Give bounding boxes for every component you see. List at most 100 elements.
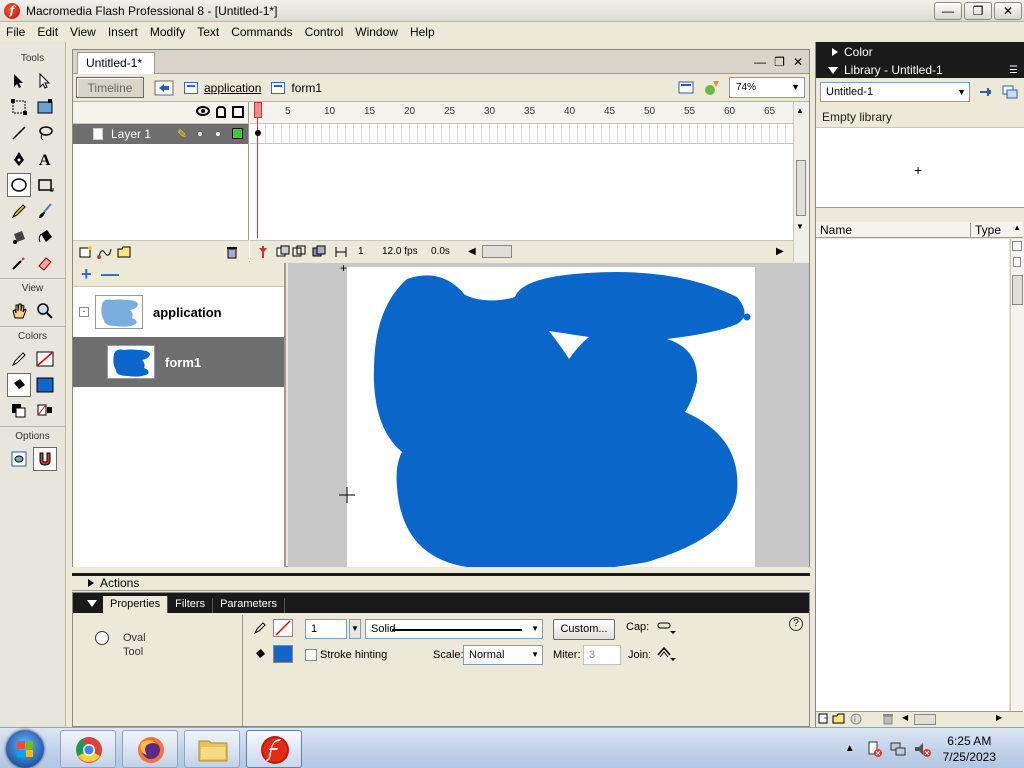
stage[interactable] [347,267,755,567]
cap-select-icon[interactable] [656,621,678,635]
insert-layer-folder-icon[interactable] [117,245,131,259]
scroll-left-icon[interactable]: ◀ [902,713,908,722]
taskbar-chrome[interactable] [60,730,116,768]
pin-library-icon[interactable] [978,85,994,99]
document-tab[interactable]: Untitled-1* [77,52,156,74]
snap-to-objects-icon[interactable] [33,447,57,471]
tab-properties[interactable]: Properties [103,596,169,613]
scale-select[interactable]: Normal ▼ [463,645,543,665]
help-icon[interactable]: ? [789,617,803,631]
layer-frames[interactable] [250,124,793,144]
zoom-select[interactable]: 74% ▼ [729,77,805,98]
clock[interactable]: 6:25 AM 7/25/2023 [943,733,996,765]
action-center-icon[interactable] [865,740,883,758]
edit-scene-icon[interactable] [677,79,697,97]
stroke-height-input[interactable]: 1 [305,619,347,639]
stroke-hinting-checkbox[interactable] [305,649,317,661]
no-color-swap-icon[interactable] [33,399,57,423]
miter-input[interactable]: 3 [583,645,621,665]
eyedropper-tool-icon[interactable] [7,251,31,275]
minimize-button[interactable]: — [934,2,962,20]
show-hide-layers-icon[interactable] [196,106,210,116]
menu-file[interactable]: File [0,25,31,39]
keyframe-dot[interactable] [255,130,261,136]
oval-tool-icon[interactable] [7,173,31,197]
zoom-tool-icon[interactable] [33,299,57,323]
hand-tool-icon[interactable] [7,299,31,323]
delete-screen-icon[interactable]: — [101,265,119,283]
library-panel-header[interactable]: Library - Untitled-1 ☰ [816,60,1024,78]
drawn-blue-shape[interactable] [347,267,755,567]
stroke-style-select[interactable]: Solid ▼ [365,619,543,639]
network-icon[interactable] [889,740,907,758]
menu-text[interactable]: Text [191,25,225,39]
pencil-tool-icon[interactable] [7,199,31,223]
restore-button[interactable]: ❐ [964,2,992,20]
column-name[interactable]: Name [820,223,852,237]
onion-skin-icon[interactable] [276,245,290,259]
menu-help[interactable]: Help [404,25,441,39]
fill-color-swatch[interactable] [273,645,293,663]
insert-screen-icon[interactable]: + [81,265,92,283]
stage-area[interactable]: + [288,263,809,567]
scroll-left-icon[interactable]: ◀ [468,246,476,257]
taskbar-firefox[interactable] [122,730,178,768]
volume-muted-icon[interactable] [913,740,931,758]
new-library-panel-icon[interactable] [1002,85,1018,99]
playhead[interactable] [254,102,262,238]
outline-layers-icon[interactable] [232,106,244,118]
doc-restore-icon[interactable]: ❐ [774,55,785,69]
frame-ruler[interactable]: 1 5 10 15 20 25 30 35 40 45 50 55 60 65 [250,102,793,124]
line-tool-icon[interactable] [7,121,31,145]
library-vscroll[interactable] [1010,239,1024,711]
new-folder-icon[interactable] [832,713,846,725]
pen-tool-icon[interactable] [7,147,31,171]
timeline-toggle-button[interactable]: Timeline [76,77,144,98]
properties-info-icon[interactable]: i [850,713,862,725]
sort-order-icon[interactable]: ▲ [1013,223,1021,232]
fill-transform-tool-icon[interactable] [33,95,57,119]
object-drawing-icon[interactable] [7,447,31,471]
timeline-vscroll-thumb[interactable] [796,160,806,216]
tab-parameters[interactable]: Parameters [213,598,285,613]
screen-item-form1[interactable]: form1 [73,337,284,387]
subselection-tool-icon[interactable] [33,69,57,93]
rectangle-tool-icon[interactable] [33,173,57,197]
scroll-right-icon[interactable]: ▶ [776,246,784,257]
stroke-height-dropdown[interactable]: ▼ [349,619,361,639]
collapse-icon[interactable]: - [79,307,89,317]
vscroll-down-icon[interactable]: ▼ [796,222,804,231]
library-document-select[interactable]: Untitled-1 ▼ [820,82,970,102]
add-motion-guide-icon[interactable] [97,245,113,259]
scroll-right-icon[interactable]: ▶ [996,713,1002,722]
lock-layers-icon[interactable] [216,106,226,118]
doc-close-icon[interactable]: ✕ [793,55,803,69]
layer-row[interactable]: Layer 1 ✎ [73,124,248,144]
onion-outlines-icon[interactable] [292,245,306,259]
modify-onion-markers-icon[interactable] [334,245,348,259]
join-select-icon[interactable] [656,645,678,661]
menu-view[interactable]: View [64,25,102,39]
delete-item-icon[interactable] [882,713,894,725]
taskbar-file-explorer[interactable] [184,730,240,768]
stroke-color-swatch[interactable] [273,619,293,637]
delete-layer-icon[interactable] [225,245,239,259]
library-item-list[interactable] [816,239,1009,711]
vscroll-up-icon[interactable]: ▲ [796,106,804,115]
stroke-color-swatch[interactable] [33,347,57,371]
back-arrow-icon[interactable] [154,78,174,98]
color-panel-header[interactable]: Color [816,42,1024,60]
free-transform-tool-icon[interactable] [7,95,31,119]
close-button[interactable]: ✕ [994,2,1022,20]
black-white-icon[interactable] [7,399,31,423]
tab-filters[interactable]: Filters [168,598,214,613]
wide-view-icon[interactable] [1012,241,1022,251]
new-symbol-icon[interactable] [818,713,830,725]
insert-layer-icon[interactable] [79,245,93,259]
edit-symbols-icon[interactable] [703,79,723,97]
ink-bottle-tool-icon[interactable] [7,225,31,249]
selection-tool-icon[interactable] [7,69,31,93]
center-frame-icon[interactable] [256,245,270,259]
menu-window[interactable]: Window [349,25,404,39]
menu-insert[interactable]: Insert [102,25,144,39]
